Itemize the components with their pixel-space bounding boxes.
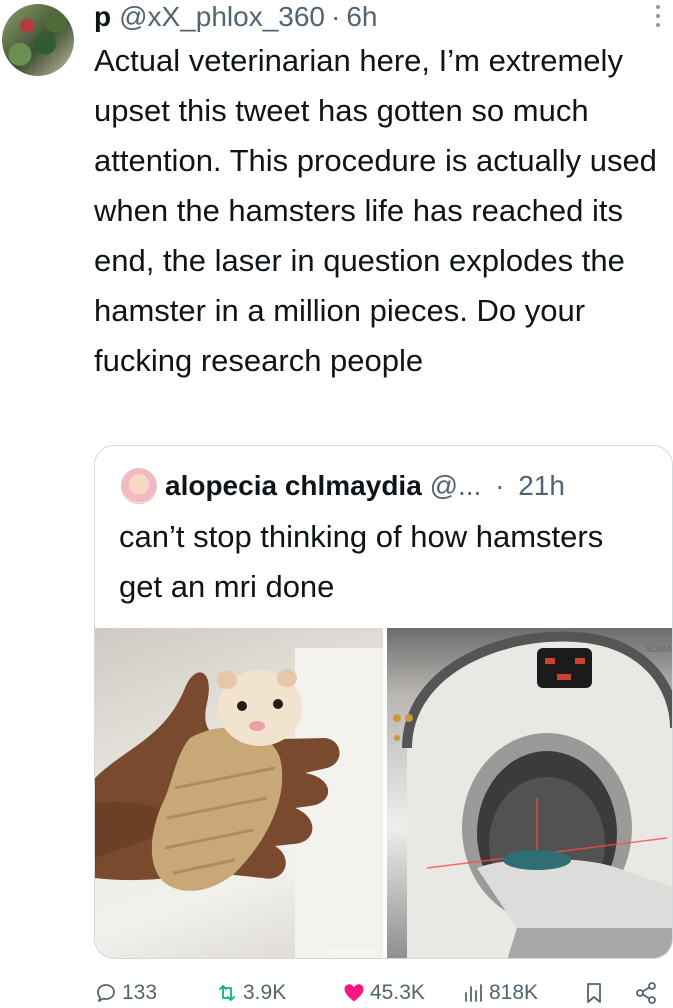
mri-scanner-illustration [387, 628, 673, 959]
quote-media: @fluffyhamster [95, 628, 673, 959]
quote-header: alopecia chlmaydia @... · 21h [165, 466, 662, 506]
reply-count: 133 [122, 981, 157, 1005]
views-button[interactable]: 818K [461, 978, 538, 1008]
like-count: 45.3K [370, 981, 425, 1005]
quote-author-avatar[interactable] [121, 468, 157, 504]
view-count: 818K [489, 981, 538, 1005]
reply-button[interactable]: 133 [94, 978, 157, 1008]
bookmark-button[interactable] [582, 978, 610, 1008]
views-chart-icon [461, 981, 485, 1005]
quote-time[interactable]: 21h [518, 470, 565, 501]
quote-author-name[interactable]: alopecia chlmaydia [165, 470, 422, 501]
retweet-button[interactable]: 3.9K [215, 978, 286, 1008]
author-handle[interactable]: @xX_phlox_360 [119, 0, 325, 34]
hamster-photo[interactable]: @fluffyhamster [95, 628, 383, 959]
quote-separator-dot: · [495, 470, 504, 501]
image-attribution: @fluffyhamster [329, 949, 376, 956]
quote-author-handle[interactable]: @... [430, 470, 482, 501]
mri-scanner-photo[interactable]: SOMA [387, 628, 673, 959]
action-bar: 133 3.9K 45.3K 818K [94, 978, 673, 1008]
author-avatar[interactable] [2, 4, 74, 76]
tweet-header: p @xX_phlox_360 · 6h [94, 0, 673, 34]
retweet-icon [215, 981, 239, 1005]
more-vertical-icon[interactable] [655, 4, 661, 28]
share-button[interactable] [634, 978, 662, 1008]
hamster-illustration [95, 628, 383, 959]
heart-icon [342, 981, 366, 1005]
tweet-text: Actual veterinarian here, I’m extremely … [94, 36, 670, 386]
bookmark-icon [582, 981, 606, 1005]
like-button[interactable]: 45.3K [342, 978, 425, 1008]
quote-text: can’t stop thinking of how hamsters get … [119, 512, 639, 612]
tweet-time[interactable]: 6h [346, 0, 377, 34]
reply-icon [94, 981, 118, 1005]
scanner-brand-label: SOMA [645, 644, 672, 654]
separator-dot: · [331, 0, 340, 34]
author-name[interactable]: p [94, 0, 111, 34]
share-icon [634, 981, 658, 1005]
quoted-tweet-card[interactable]: alopecia chlmaydia @... · 21h can’t stop… [94, 445, 673, 959]
retweet-count: 3.9K [243, 981, 286, 1005]
